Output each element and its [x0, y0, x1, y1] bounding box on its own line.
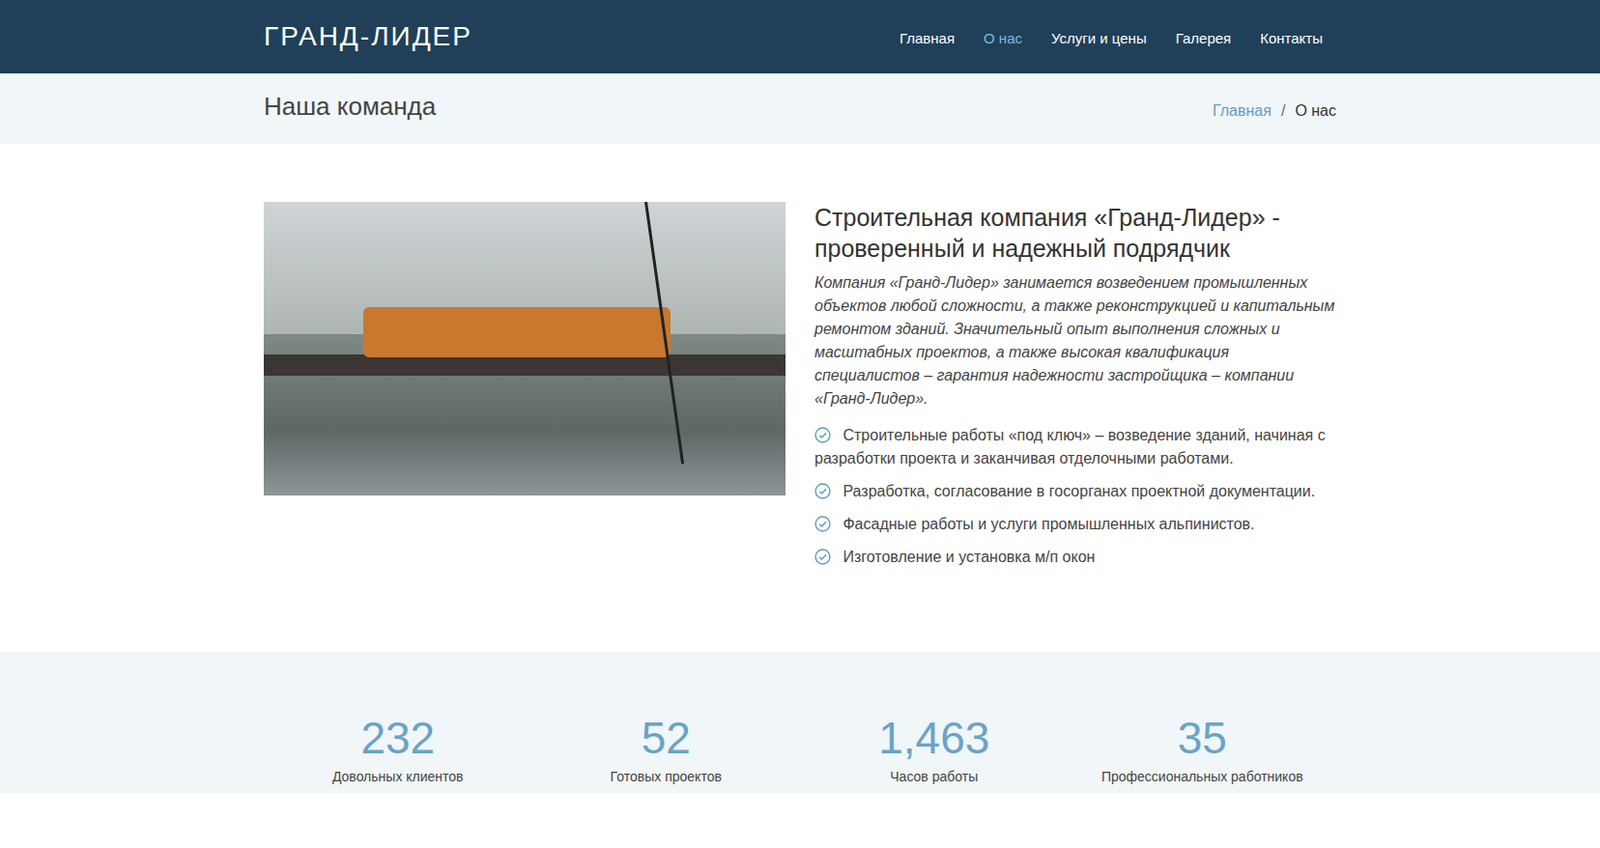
- breadcrumb-item: О нас: [1294, 102, 1337, 120]
- check-circle-icon: [814, 515, 831, 533]
- stat-value: 1,463: [800, 712, 1069, 765]
- stat-value: 52: [532, 712, 801, 765]
- stat-item: 52 Готовых проектов: [532, 712, 801, 786]
- breadcrumbs: Главная / О нас: [1212, 98, 1337, 120]
- logo[interactable]: ГРАНД-ЛИДЕР: [263, 21, 473, 53]
- nav-item[interactable]: Главная: [899, 29, 955, 47]
- feature-item: Изготовление и установка м/п окон: [814, 545, 1337, 570]
- feature-item: Фасадные работы и услуги промышленных ал…: [814, 513, 1337, 537]
- feature-list: Строительные работы «под ключ» – возведе…: [814, 424, 1337, 570]
- about-section: Строительная компания «Гранд-Лидер» - пр…: [0, 143, 1600, 653]
- stat-value: 35: [1068, 712, 1338, 765]
- stats-section: 232 Довольных клиентов52 Готовых проекто…: [0, 652, 1600, 794]
- page-title-bar: Наша команда Главная / О нас: [0, 73, 1600, 144]
- stat-label: Довольных клиентов: [263, 768, 533, 786]
- stat-label: Профессиональных работников: [1068, 768, 1338, 786]
- stat-item: 1,463 Часов работы: [800, 712, 1069, 786]
- check-circle-icon: [814, 548, 831, 566]
- stat-item: 35 Профессиональных работников: [1068, 712, 1338, 786]
- about-intro: Компания «Гранд-Лидер» занимается возвед…: [814, 271, 1337, 411]
- check-circle-icon: [814, 483, 831, 500]
- check-circle-icon: [814, 427, 831, 444]
- nav-item[interactable]: О нас: [983, 29, 1023, 47]
- feature-item: Строительные работы «под ключ» – возведе…: [814, 424, 1337, 471]
- nav-item[interactable]: Галерея: [1175, 29, 1232, 47]
- main-nav: Главная О нас Услуги и цены Галерея Контакты: [899, 28, 1337, 47]
- stat-item: 232 Довольных клиентов: [263, 712, 533, 786]
- about-text: Строительная компания «Гранд-Лидер» - пр…: [814, 201, 1337, 570]
- page-title: Наша команда: [263, 91, 436, 126]
- stat-label: Часов работы: [800, 768, 1069, 786]
- breadcrumb-separator: /: [1281, 102, 1286, 120]
- nav-item[interactable]: Услуги и цены: [1051, 29, 1147, 47]
- page: ГРАНД-ЛИДЕР Главная О нас Услуги и цены Гал…: [0, 0, 1600, 848]
- breadcrumb-item[interactable]: Главная: [1212, 102, 1272, 120]
- team-photo: [263, 201, 786, 496]
- about-heading: Строительная компания «Гранд-Лидер» - пр…: [814, 201, 1337, 264]
- feature-item: Разработка, согласование в госорганах пр…: [814, 480, 1337, 504]
- stat-value: 232: [263, 712, 533, 765]
- nav-item[interactable]: Контакты: [1259, 29, 1323, 47]
- stat-label: Готовых проектов: [532, 768, 801, 786]
- top-bar: ГРАНД-ЛИДЕР Главная О нас Услуги и цены Гал…: [0, 0, 1600, 74]
